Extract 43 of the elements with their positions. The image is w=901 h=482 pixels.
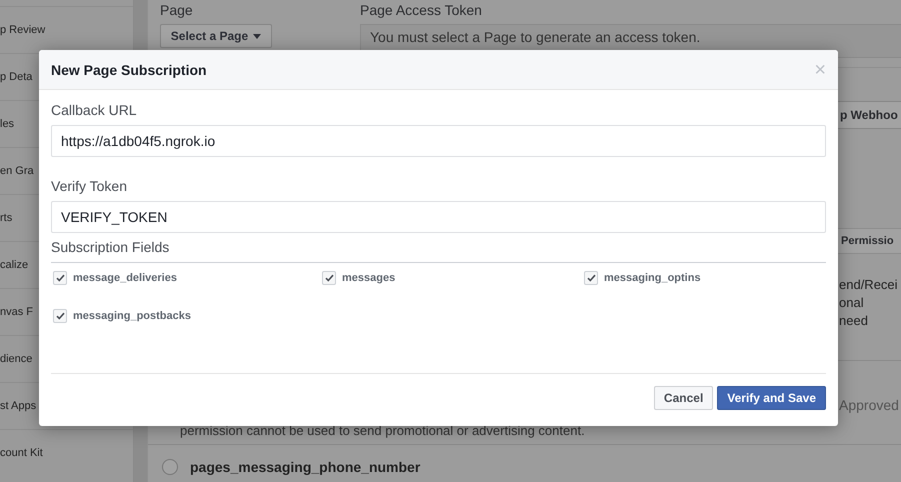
check-icon: [324, 274, 334, 282]
input-field[interactable]: VERIFY_TOKEN: [51, 201, 826, 233]
sidebar-item[interactable]: les: [0, 118, 14, 130]
dialog-title: New Page Subscription: [51, 62, 207, 78]
checkbox-label: messaging_optins: [604, 272, 701, 284]
sidebar-item[interactable]: p Review: [0, 24, 46, 36]
description-line: need: [839, 312, 869, 330]
sidebar-item[interactable]: st Apps: [0, 400, 36, 412]
checkbox[interactable]: [53, 271, 67, 285]
dialog-button[interactable]: Cancel: [654, 386, 714, 410]
radio-button[interactable]: [162, 459, 178, 475]
field-label: Verify Token: [51, 178, 128, 195]
caret-icon: [253, 34, 262, 38]
sidebar-item[interactable]: count Kit: [0, 447, 43, 459]
permission-name: pages_messaging_phone_number: [190, 459, 420, 475]
sidebar-item[interactable]: rts: [0, 212, 12, 224]
permissions-header: Permissio: [841, 235, 895, 247]
checkbox[interactable]: [322, 271, 336, 285]
field-label: Callback URL: [51, 102, 138, 119]
select-page-dropdown[interactable]: Select a Page: [160, 24, 272, 48]
input-field[interactable]: https://a1db04f5.ngrok.io: [51, 125, 826, 157]
permission-note: permission cannot be used to send promotional or advertising content.: [180, 422, 586, 440]
sidebar-item[interactable]: en Gra: [0, 165, 34, 177]
check-icon: [56, 274, 64, 282]
checkbox[interactable]: [53, 309, 67, 323]
sidebar-item[interactable]: p Deta: [0, 71, 32, 83]
checkbox-label: messaging_postbacks: [73, 310, 191, 322]
sidebar-item[interactable]: dience: [0, 353, 32, 365]
sidebar-item[interactable]: nvas F: [0, 306, 34, 318]
description-line: end/Recei: [839, 276, 899, 294]
page-label: Page: [160, 2, 194, 18]
description-line: onal: [839, 294, 865, 312]
webhooks-button[interactable]: p Webhoo: [837, 101, 901, 129]
check-icon: [586, 274, 596, 282]
checkbox-label: message_deliveries: [73, 272, 177, 284]
section-label: Subscription Fields: [51, 239, 170, 256]
sidebar-item[interactable]: calize: [0, 259, 28, 271]
dialog-button[interactable]: Verify and Save: [717, 386, 826, 410]
token-label: Page Access Token: [360, 2, 483, 18]
checkbox[interactable]: [584, 271, 598, 285]
status-text: Approved: [839, 397, 900, 413]
checkbox-label: messages: [342, 272, 396, 284]
check-icon: [56, 312, 64, 320]
